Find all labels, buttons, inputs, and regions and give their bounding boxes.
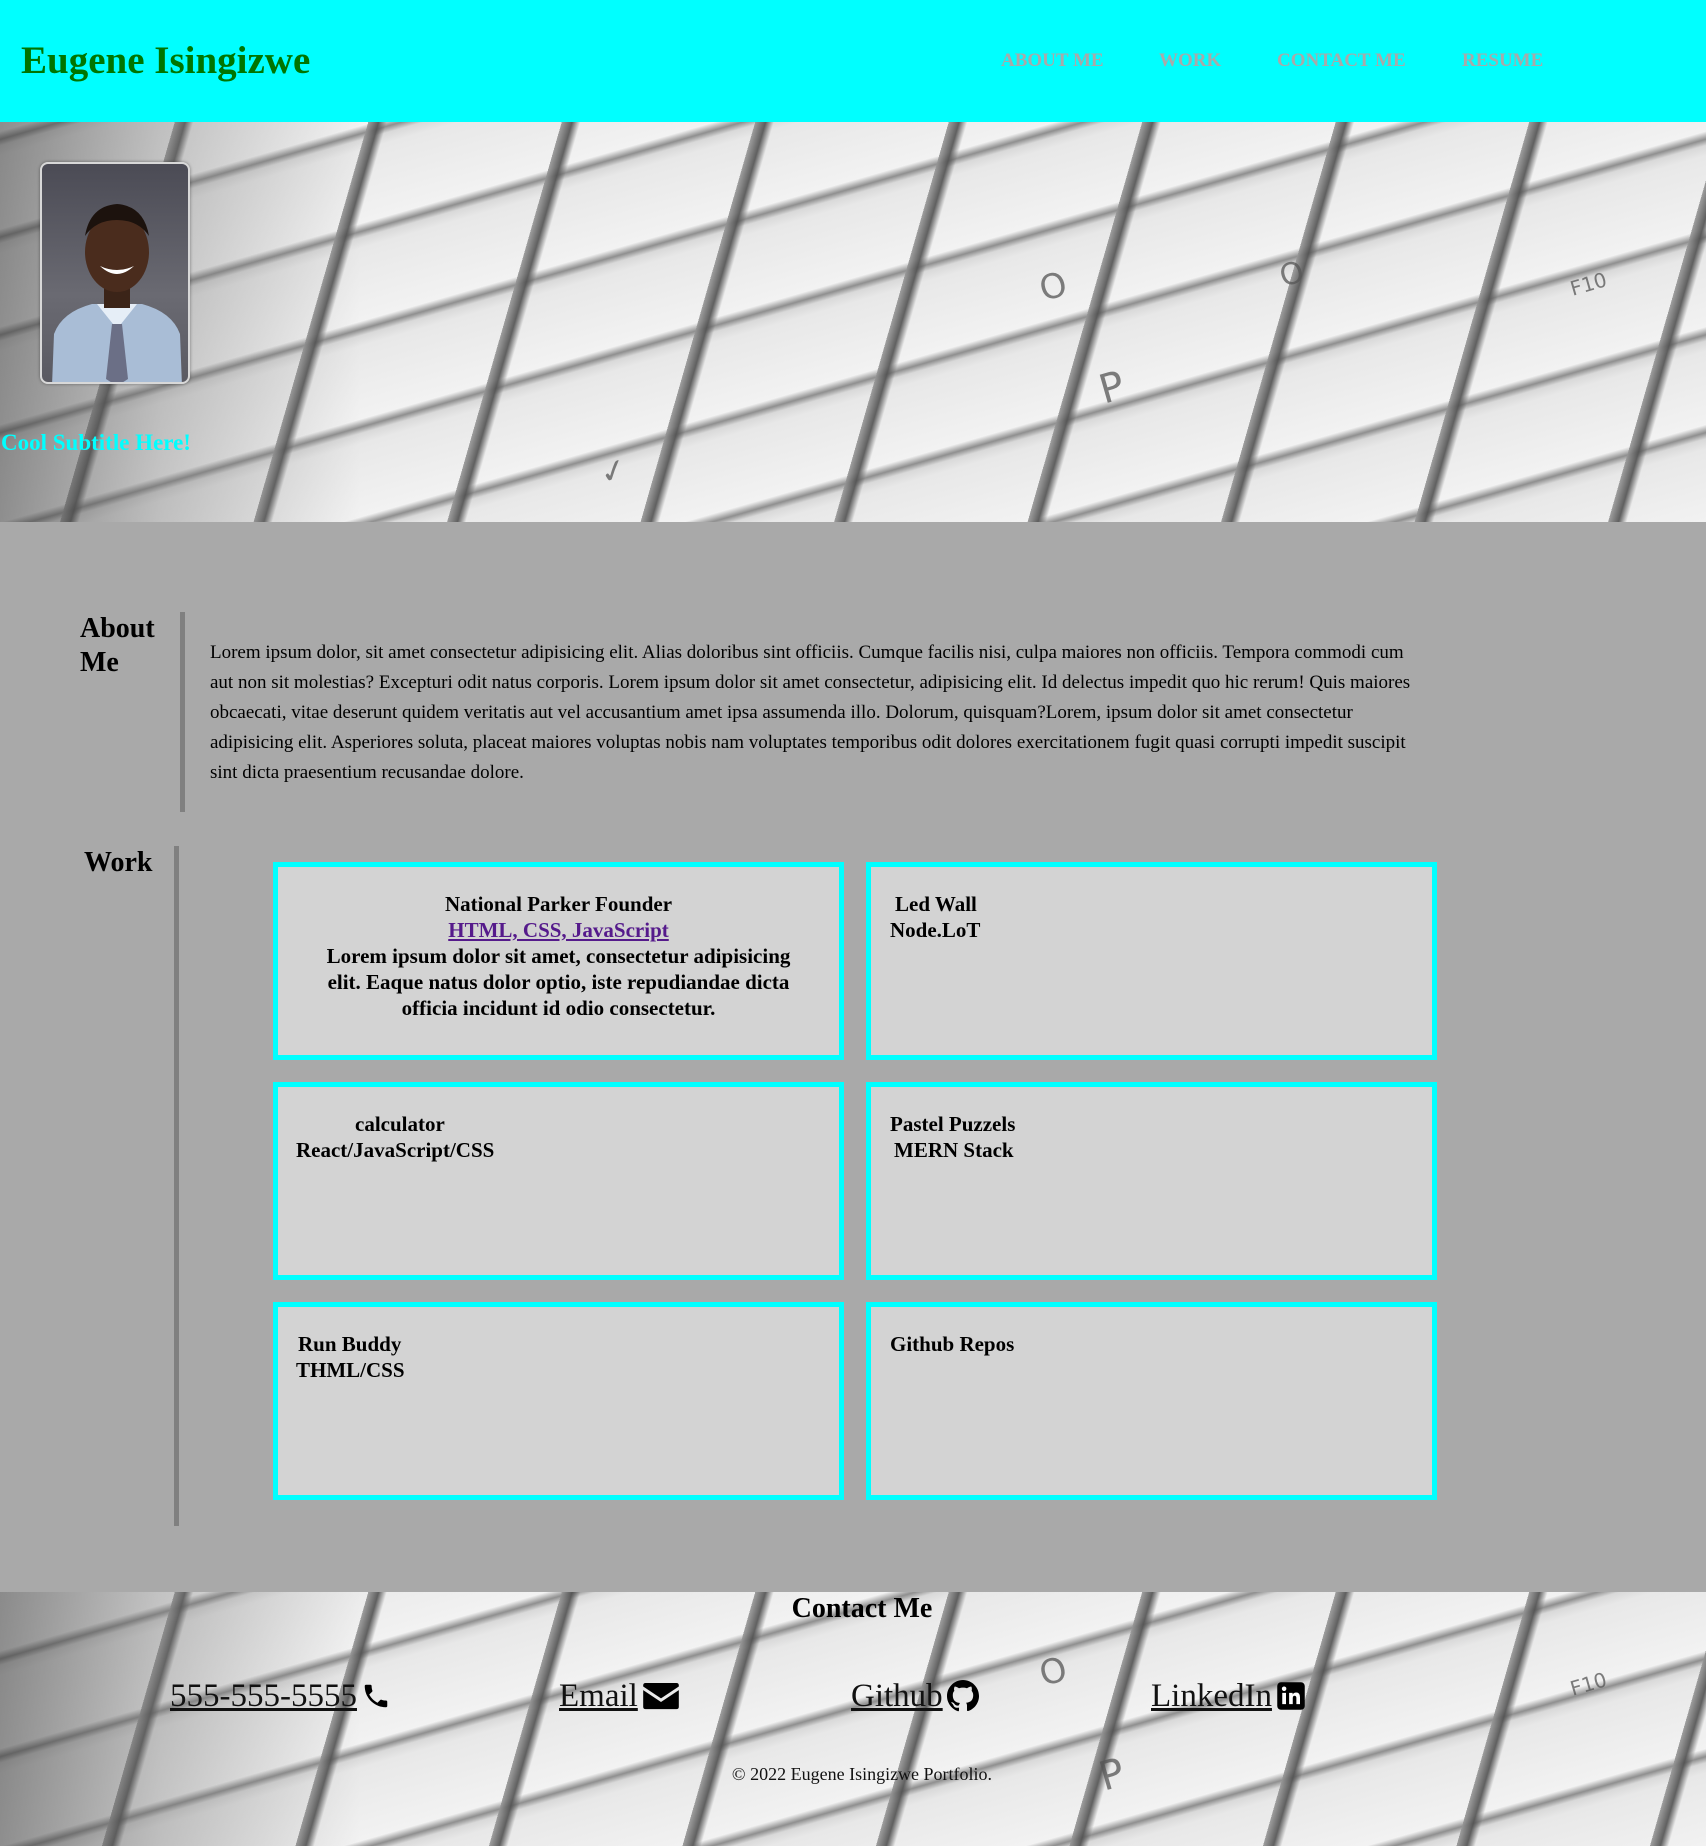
nav-contact-me[interactable]: CONTACT ME (1277, 50, 1406, 72)
project-description: Lorem ipsum dolor sit amet, consectetur … (326, 944, 791, 1020)
keyboard-decoration: P (1094, 362, 1130, 414)
nav-about-me[interactable]: ABOUT ME (1001, 50, 1104, 72)
linkedin-label: LinkedIn (1151, 1677, 1272, 1714)
project-tech-link[interactable]: HTML, CSS, JavaScript (448, 918, 669, 942)
project-card[interactable]: Github Repos (866, 1302, 1437, 1500)
github-icon (946, 1680, 979, 1712)
project-tech: MERN Stack (894, 1138, 1014, 1162)
nav-work[interactable]: WORK (1159, 50, 1221, 72)
envelope-icon (643, 1682, 679, 1710)
project-card[interactable]: Run Buddy THML/CSS (273, 1302, 844, 1500)
phone-number: 555-555-5555 (170, 1677, 357, 1714)
project-card[interactable]: Led Wall Node.LoT (866, 862, 1437, 1060)
keyboard-decoration: F10 (1567, 1667, 1610, 1701)
work-divider (174, 846, 179, 1526)
about-heading-line: About (80, 613, 155, 644)
linkedin-icon (1277, 1682, 1305, 1710)
keyboard-decoration: ✓ (595, 449, 632, 493)
project-title: Led Wall (895, 892, 977, 916)
site-header: Eugene Isingizwe ABOUT ME WORK CONTACT M… (0, 0, 1706, 122)
project-tech: Node.LoT (890, 918, 981, 942)
copyright-text: © 2022 Eugene Isingizwe Portfolio. (731, 1764, 993, 1784)
about-divider (180, 612, 185, 812)
about-heading: About Me (80, 612, 155, 680)
nav-resume[interactable]: RESUME (1462, 50, 1543, 72)
hero-banner: O P O ✓ F10 Cool Subtitle Here! (0, 122, 1706, 522)
project-title: Pastel Puzzels (890, 1112, 1016, 1136)
contact-phone[interactable]: 555-555-5555 (170, 1676, 391, 1716)
project-card[interactable]: National Parker Founder HTML, CSS, JavaS… (273, 862, 844, 1060)
project-card[interactable]: calculator React/JavaScript/CSS (273, 1082, 844, 1280)
email-label: Email (559, 1677, 638, 1714)
project-title: National Parker Founder (444, 892, 673, 916)
keyboard-decoration: O (1275, 254, 1308, 295)
hero-subtitle: Cool Subtitle Here! (1, 430, 191, 455)
contact-heading: Contact Me (791, 1593, 933, 1624)
project-title: calculator (355, 1112, 445, 1136)
about-heading-line: Me (80, 647, 119, 678)
profile-photo (40, 162, 190, 384)
project-title: Github Repos (890, 1332, 1015, 1356)
about-text: Lorem ipsum dolor, sit amet consectetur … (210, 642, 1411, 783)
project-tech: React/JavaScript/CSS (296, 1138, 495, 1162)
contact-linkedin[interactable]: LinkedIn (1151, 1676, 1306, 1716)
phone-icon (364, 1684, 388, 1708)
keyboard-decoration: O (1035, 264, 1072, 310)
project-title: Run Buddy (298, 1332, 402, 1356)
contact-email[interactable]: Email (559, 1676, 680, 1716)
project-card[interactable]: Pastel Puzzels MERN Stack (866, 1082, 1437, 1280)
contact-section: P O F10 (0, 1592, 1706, 1846)
person-portrait-icon (52, 204, 182, 382)
work-heading: Work (84, 847, 153, 878)
project-tech: THML/CSS (296, 1358, 405, 1382)
contact-github[interactable]: Github (851, 1676, 979, 1716)
main-nav: ABOUT ME WORK CONTACT ME RESUME (0, 50, 1706, 74)
keyboard-decoration: F10 (1567, 267, 1610, 301)
github-label: Github (851, 1677, 943, 1714)
keyboard-decoration: O (1035, 1649, 1072, 1695)
